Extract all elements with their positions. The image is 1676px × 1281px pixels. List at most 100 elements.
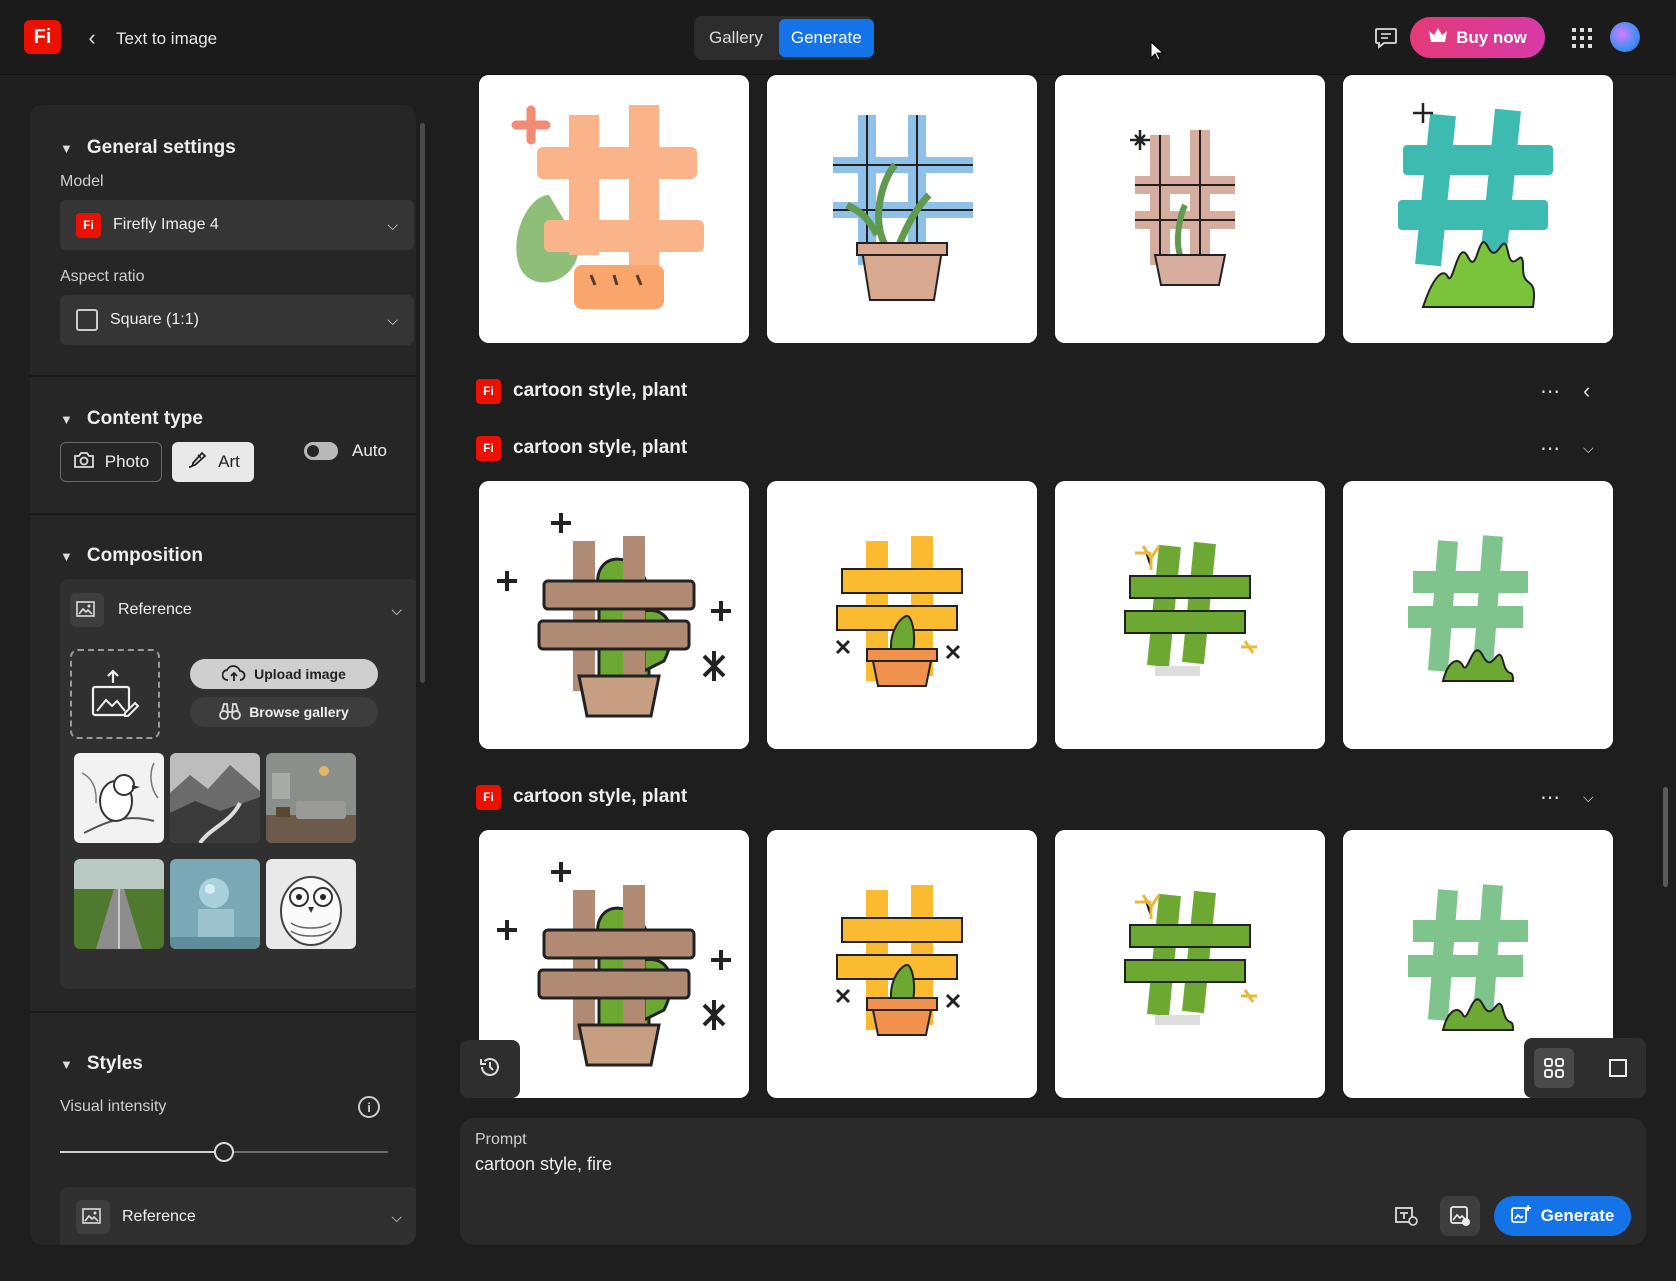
generated-image-card[interactable] xyxy=(767,481,1037,749)
reference-thumbnail-bird[interactable] xyxy=(74,753,164,843)
divider xyxy=(30,375,416,377)
grid-view-icon[interactable] xyxy=(1534,1048,1574,1088)
generation-group-header[interactable]: Fi cartoon style, plant xyxy=(476,782,687,812)
generation-group-header[interactable]: Fi cartoon style, plant xyxy=(476,376,687,406)
art-label: Art xyxy=(218,452,240,471)
image-reference-icon xyxy=(70,593,104,627)
auto-label: Auto xyxy=(352,441,387,460)
generated-image-card[interactable] xyxy=(1343,75,1613,343)
composition-reference-panel: Reference ⌵ Upload image Browse gallery xyxy=(60,579,416,989)
apps-grid-icon[interactable] xyxy=(1570,26,1594,50)
visual-intensity-slider[interactable] xyxy=(60,1142,388,1162)
composition-header[interactable]: ▼ Composition xyxy=(60,545,203,567)
firefly-logo[interactable]: Fi xyxy=(24,20,61,54)
divider xyxy=(30,513,416,515)
generated-image-card[interactable] xyxy=(1055,830,1325,1098)
styles-reference-dropdown[interactable]: Reference ⌵ xyxy=(60,1187,416,1245)
avatar[interactable] xyxy=(1610,22,1640,52)
chevron-down-icon: ⌵ xyxy=(387,216,398,233)
generated-image-card[interactable] xyxy=(1055,481,1325,749)
prompt-label: Prompt xyxy=(475,1131,527,1148)
group-prompt: cartoon style, plant xyxy=(513,437,688,458)
aspect-ratio-dropdown[interactable]: Square (1:1) ⌵ xyxy=(60,295,414,345)
generation-feed: Fi cartoon style, plant ⋯ ‹ Fi cartoon s… xyxy=(470,75,1620,1245)
feed-scrollbar[interactable] xyxy=(1660,75,1670,1115)
square-icon xyxy=(76,309,98,331)
top-bar: Fi ‹ Text to image Gallery Generate Buy … xyxy=(0,0,1676,75)
reference-thumbnail-road[interactable] xyxy=(74,859,164,949)
generate-sparkle-icon xyxy=(1510,1204,1533,1229)
info-icon[interactable]: i xyxy=(358,1096,380,1118)
view-switcher: Gallery Generate xyxy=(694,16,874,60)
more-options-icon[interactable]: ⋯ xyxy=(1540,436,1561,461)
back-chevron-icon[interactable]: ‹ xyxy=(82,24,102,52)
chevron-left-icon[interactable]: ‹ xyxy=(1583,378,1590,404)
feedback-icon[interactable] xyxy=(1372,24,1400,52)
chevron-down-icon[interactable]: ⌵ xyxy=(1583,789,1594,806)
reference-thumbnail-sphere[interactable] xyxy=(170,859,260,949)
generate-button[interactable]: Generate xyxy=(1494,1196,1631,1236)
reference-thumbnail-living-room[interactable] xyxy=(266,753,356,843)
history-button[interactable] xyxy=(460,1040,520,1098)
general-settings-header[interactable]: ▼ General settings xyxy=(60,137,236,159)
content-type-header[interactable]: ▼ Content type xyxy=(60,408,203,430)
generated-image-card[interactable] xyxy=(479,75,749,343)
prompt-suggestions-icon[interactable] xyxy=(1386,1196,1426,1236)
generated-image-card[interactable] xyxy=(1055,75,1325,343)
slider-fill xyxy=(60,1151,224,1153)
upload-image-label: Upload image xyxy=(254,666,346,682)
photo-button[interactable]: Photo xyxy=(60,442,162,482)
browse-gallery-button[interactable]: Browse gallery xyxy=(190,697,378,727)
chevron-down-icon: ▼ xyxy=(60,1056,73,1072)
generated-image-card[interactable] xyxy=(479,481,749,749)
section-title: Content type xyxy=(86,408,203,429)
buy-now-label: Buy now xyxy=(1456,27,1527,47)
image-settings-icon[interactable] xyxy=(1440,1196,1480,1236)
generate-label: Generate xyxy=(1540,1206,1615,1225)
mouse-cursor-icon xyxy=(1150,40,1165,66)
settings-panel: ▼ General settings Model Fi Firefly Imag… xyxy=(30,105,416,1245)
aspect-ratio-label: Aspect ratio xyxy=(60,268,145,285)
upload-image-button[interactable]: Upload image xyxy=(190,659,378,689)
cloud-upload-icon xyxy=(221,664,246,685)
page-title: Text to image xyxy=(116,29,218,48)
reference-dropdown[interactable]: Reference ⌵ xyxy=(70,589,408,631)
binoculars-icon xyxy=(219,702,242,723)
chevron-down-icon: ▼ xyxy=(60,140,73,156)
tab-generate[interactable]: Generate xyxy=(778,19,874,57)
model-dropdown[interactable]: Fi Firefly Image 4 ⌵ xyxy=(60,200,414,250)
prompt-input[interactable]: cartoon style, fire xyxy=(475,1154,612,1175)
prompt-box[interactable]: Prompt cartoon style, fire Generate xyxy=(460,1118,1646,1245)
firefly-icon: Fi xyxy=(476,378,501,404)
styles-header[interactable]: ▼ Styles xyxy=(60,1053,143,1075)
visual-intensity-label: Visual intensity xyxy=(60,1098,167,1115)
generated-image-card[interactable] xyxy=(1343,481,1613,749)
tab-gallery[interactable]: Gallery xyxy=(697,19,775,57)
chevron-down-icon: ⌵ xyxy=(391,1208,402,1225)
single-view-icon[interactable] xyxy=(1598,1048,1638,1088)
section-title: Styles xyxy=(86,1053,143,1074)
model-value: Firefly Image 4 xyxy=(113,216,219,233)
auto-toggle[interactable] xyxy=(304,442,338,460)
buy-now-button[interactable]: Buy now xyxy=(1410,17,1545,58)
generated-image-card[interactable] xyxy=(767,75,1037,343)
layout-toggle xyxy=(1524,1038,1646,1098)
reference-thumbnail-mountains[interactable] xyxy=(170,753,260,843)
generated-image-card[interactable] xyxy=(767,830,1037,1098)
slider-knob[interactable] xyxy=(214,1142,234,1162)
group-prompt: cartoon style, plant xyxy=(513,786,688,807)
sidebar-scrollbar[interactable] xyxy=(418,105,428,1245)
firefly-icon: Fi xyxy=(476,435,501,461)
image-drop-zone[interactable] xyxy=(70,649,160,739)
section-title: General settings xyxy=(86,137,236,158)
chevron-down-icon[interactable]: ⌵ xyxy=(1583,440,1594,457)
chevron-down-icon: ⌵ xyxy=(387,311,398,328)
more-options-icon[interactable]: ⋯ xyxy=(1540,785,1561,810)
history-icon xyxy=(479,1056,501,1083)
browse-gallery-label: Browse gallery xyxy=(249,704,349,720)
more-options-icon[interactable]: ⋯ xyxy=(1540,379,1561,404)
art-button[interactable]: Art xyxy=(172,442,254,482)
generation-group-header[interactable]: Fi cartoon style, plant xyxy=(476,433,687,463)
reference-thumbnail-owl[interactable] xyxy=(266,859,356,949)
firefly-icon: Fi xyxy=(76,212,101,238)
